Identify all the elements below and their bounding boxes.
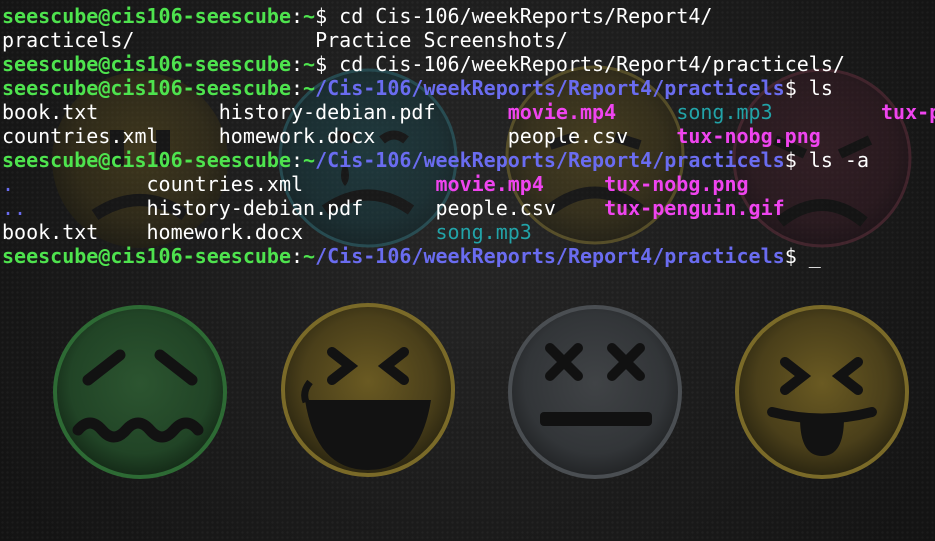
file-entry: .. [2, 196, 147, 220]
command-text: cd Cis-106/weekReports/Report4/ [339, 4, 713, 28]
terminal-output: seescube@cis106-seescube:~$ cd Cis-106/w… [2, 4, 935, 268]
file-entry: book.txt [2, 220, 147, 244]
prompt-colon: : [290, 52, 304, 76]
output-line: book.txt homework.docx song.mp3 [2, 220, 935, 244]
dizzy-face-icon [508, 305, 682, 479]
prompt-path: /Cis-106/weekReports/Report4/practicels [315, 148, 785, 172]
command-text: cd Cis-106/weekReports/Report4/practicel… [339, 52, 845, 76]
prompt-colon: : [290, 4, 304, 28]
output-line: .. history-debian.pdf people.csv tux-pen… [2, 196, 935, 220]
prompt-line: seescube@cis106-seescube:~$ cd Cis-106/w… [2, 4, 935, 28]
prompt-dollar: $ [315, 4, 340, 28]
file-entry: song.mp3 [676, 100, 882, 124]
file-entry: . [2, 172, 147, 196]
prompt-dollar: $ [315, 52, 340, 76]
prompt-line: seescube@cis106-seescube:~/Cis-106/weekR… [2, 244, 935, 268]
command-text: ls [808, 76, 833, 100]
file-entry: history-debian.pdf [218, 100, 508, 124]
file-entry: tux-nobg.png [604, 172, 749, 196]
file-entry: movie.mp4 [507, 100, 677, 124]
prompt-home: ~ [303, 4, 316, 28]
output-line: . countries.xml movie.mp4 tux-nobg.png [2, 172, 935, 196]
prompt-user-host: seescube@cis106-seescube [2, 148, 291, 172]
prompt-user-host: seescube@cis106-seescube [2, 244, 291, 268]
file-entry: homework.docx [218, 124, 508, 148]
prompt-user-host: seescube@cis106-seescube [2, 76, 291, 100]
prompt-line: seescube@cis106-seescube:~/Cis-106/weekR… [2, 76, 935, 100]
prompt-dollar: $ [784, 76, 809, 100]
prompt-colon: : [290, 244, 304, 268]
file-entry: movie.mp4 [435, 172, 605, 196]
prompt-home: ~ [303, 148, 316, 172]
wavy-mouth-face-icon [53, 305, 227, 479]
prompt-dollar: $ [784, 244, 809, 268]
file-entry: Practice Screenshots/ [315, 28, 568, 52]
file-entry: tux-penguin.gif [881, 100, 935, 124]
prompt-home: ~ [303, 76, 316, 100]
file-entry: people.csv [435, 196, 605, 220]
file-entry: history-debian.pdf [146, 196, 436, 220]
file-entry: tux-penguin.gif [604, 196, 785, 220]
prompt-line: seescube@cis106-seescube:~/Cis-106/weekR… [2, 148, 935, 172]
command-text: ls -a [808, 148, 869, 172]
prompt-home: ~ [303, 52, 316, 76]
prompt-colon: : [290, 148, 304, 172]
output-line: practicels/ Practice Screenshots/ [2, 28, 935, 52]
prompt-user-host: seescube@cis106-seescube [2, 52, 291, 76]
file-entry: people.csv [507, 124, 677, 148]
prompt-dollar: $ [784, 148, 809, 172]
terminal-window[interactable]: seescube@cis106-seescube:~$ cd Cis-106/w… [0, 0, 935, 541]
file-entry: countries.xml [2, 124, 219, 148]
file-entry: tux-nobg.png [676, 124, 821, 148]
file-entry: song.mp3 [435, 220, 532, 244]
prompt-home: ~ [303, 244, 316, 268]
prompt-path: /Cis-106/weekReports/Report4/practicels [315, 76, 785, 100]
tongue-out-face-icon [735, 305, 909, 479]
prompt-colon: : [290, 76, 304, 100]
file-entry: book.txt [2, 100, 219, 124]
file-entry: homework.docx [146, 220, 436, 244]
prompt-path: /Cis-106/weekReports/Report4/practicels [315, 244, 785, 268]
prompt-user-host: seescube@cis106-seescube [2, 4, 291, 28]
text-cursor[interactable]: _ [809, 244, 821, 268]
output-line: book.txt history-debian.pdf movie.mp4 so… [2, 100, 935, 124]
output-line: countries.xml homework.docx people.csv t… [2, 124, 935, 148]
file-entry: countries.xml [146, 172, 436, 196]
laughing-face-icon [281, 303, 455, 477]
file-entry: practicels/ [2, 28, 316, 52]
prompt-line: seescube@cis106-seescube:~$ cd Cis-106/w… [2, 52, 935, 76]
